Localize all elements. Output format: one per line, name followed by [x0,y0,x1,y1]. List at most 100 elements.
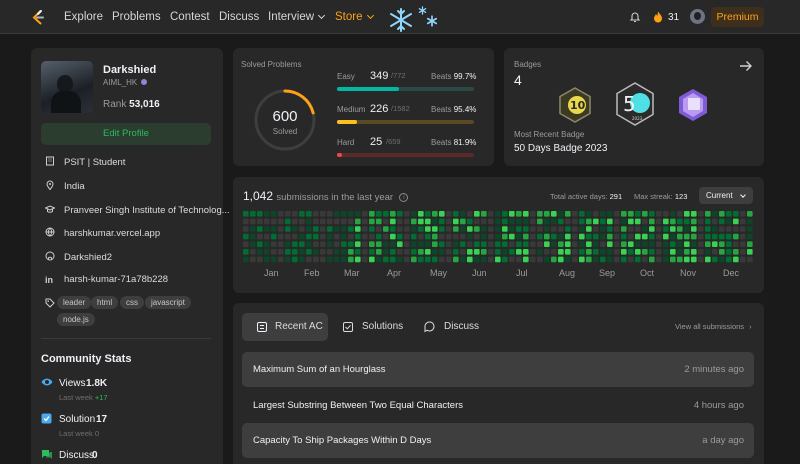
heatmap-cell[interactable] [285,211,291,217]
heatmap-cell[interactable] [516,211,522,217]
heatmap-cell[interactable] [432,218,438,225]
list-item[interactable]: Maximum Sum of an Hourglass 2 minutes ag… [242,352,754,387]
heatmap-cell[interactable] [250,256,256,263]
heatmap-cell[interactable] [334,211,340,217]
heatmap-cell[interactable] [733,211,739,217]
heatmap-cell[interactable] [558,211,564,217]
heatmap-cell[interactable] [607,218,613,225]
fire-icon[interactable] [653,11,663,23]
heatmap-cell[interactable] [432,241,438,247]
heatmap-cell[interactable] [453,233,459,240]
heatmap-cell[interactable] [502,218,508,225]
heatmap-cell[interactable] [467,249,473,255]
heatmap-cell[interactable] [313,218,319,225]
heatmap-cell[interactable] [383,218,389,225]
heatmap-cell[interactable] [355,233,361,240]
heatmap-cell[interactable] [747,211,753,217]
heatmap-cell[interactable] [334,241,340,247]
heatmap-cell[interactable] [362,218,368,225]
heatmap-cell[interactable] [635,241,641,247]
heatmap-cell[interactable] [362,226,368,232]
heatmap-cell[interactable] [271,211,277,217]
heatmap-cell[interactable] [320,218,326,225]
heatmap-cell[interactable] [264,211,270,217]
heatmap-cell[interactable] [642,256,648,263]
heatmap-cell[interactable] [390,211,396,217]
heatmap-cell[interactable] [474,211,480,217]
heatmap-cell[interactable] [705,256,711,263]
heatmap-cell[interactable] [306,226,312,232]
heatmap-cell[interactable] [278,256,284,263]
heatmap-cell[interactable] [579,249,585,255]
heatmap-cell[interactable] [558,218,564,225]
heatmap-cell[interactable] [411,256,417,263]
heatmap-cell[interactable] [516,249,522,255]
heatmap-cell[interactable] [425,226,431,232]
heatmap-cell[interactable] [313,226,319,232]
heatmap-cell[interactable] [460,249,466,255]
heatmap-cell[interactable] [257,233,263,240]
heatmap-cell[interactable] [299,241,305,247]
heatmap-cell[interactable] [544,226,550,232]
heatmap-cell[interactable] [376,211,382,217]
heatmap-cell[interactable] [586,211,592,217]
heatmap-cell[interactable] [348,233,354,240]
heatmap-cell[interactable] [390,233,396,240]
heatmap-cell[interactable] [320,241,326,247]
heatmap-cell[interactable] [684,211,690,217]
heatmap-cell[interactable] [691,233,697,240]
heatmap-cell[interactable] [432,233,438,240]
heatmap-cell[interactable] [607,233,613,240]
heatmap-cell[interactable] [509,226,515,232]
heatmap-cell[interactable] [600,249,606,255]
heatmap-cell[interactable] [705,211,711,217]
heatmap-cell[interactable] [257,249,263,255]
heatmap-cell[interactable] [642,249,648,255]
heatmap-cell[interactable] [411,211,417,217]
heatmap-cell[interactable] [397,241,403,247]
heatmap-cell[interactable] [376,256,382,263]
heatmap-cell[interactable] [383,256,389,263]
heatmap-cell[interactable] [621,211,627,217]
heatmap-cell[interactable] [460,211,466,217]
heatmap-cell[interactable] [460,218,466,225]
heatmap-cell[interactable] [362,233,368,240]
heatmap-cell[interactable] [495,256,501,263]
heatmap-cell[interactable] [404,211,410,217]
heatmap-cell[interactable] [635,218,641,225]
heatmap-cell[interactable] [649,249,655,255]
heatmap-cell[interactable] [320,226,326,232]
heatmap-cell[interactable] [495,211,501,217]
heatmap-cell[interactable] [439,226,445,232]
heatmap-cell[interactable] [691,226,697,232]
heatmap-cell[interactable] [334,256,340,263]
heatmap-cell[interactable] [663,233,669,240]
heatmap-cell[interactable] [530,226,536,232]
heatmap-cell[interactable] [320,249,326,255]
heatmap-cell[interactable] [551,218,557,225]
heatmap-cell[interactable] [453,218,459,225]
heatmap-cell[interactable] [292,226,298,232]
heatmap-cell[interactable] [243,249,249,255]
heatmap-cell[interactable] [411,226,417,232]
heatmap-cell[interactable] [698,249,704,255]
heatmap-cell[interactable] [327,241,333,247]
nav-discuss[interactable]: Discuss [219,11,259,23]
heatmap-cell[interactable] [726,218,732,225]
heatmap-cell[interactable] [579,218,585,225]
heatmap-cell[interactable] [726,241,732,247]
heatmap-cell[interactable] [642,211,648,217]
leetcode-logo-icon[interactable] [30,9,46,25]
heatmap-cell[interactable] [607,256,613,263]
heatmap-cell[interactable] [656,226,662,232]
heatmap-cell[interactable] [705,241,711,247]
heatmap-cell[interactable] [649,226,655,232]
nav-store[interactable]: Store [335,11,374,23]
heatmap-cell[interactable] [733,233,739,240]
heatmap-cell[interactable] [467,241,473,247]
heatmap-cell[interactable] [355,211,361,217]
heatmap-cell[interactable] [271,256,277,263]
heatmap-cell[interactable] [600,218,606,225]
heatmap-cell[interactable] [572,218,578,225]
heatmap-cell[interactable] [292,218,298,225]
